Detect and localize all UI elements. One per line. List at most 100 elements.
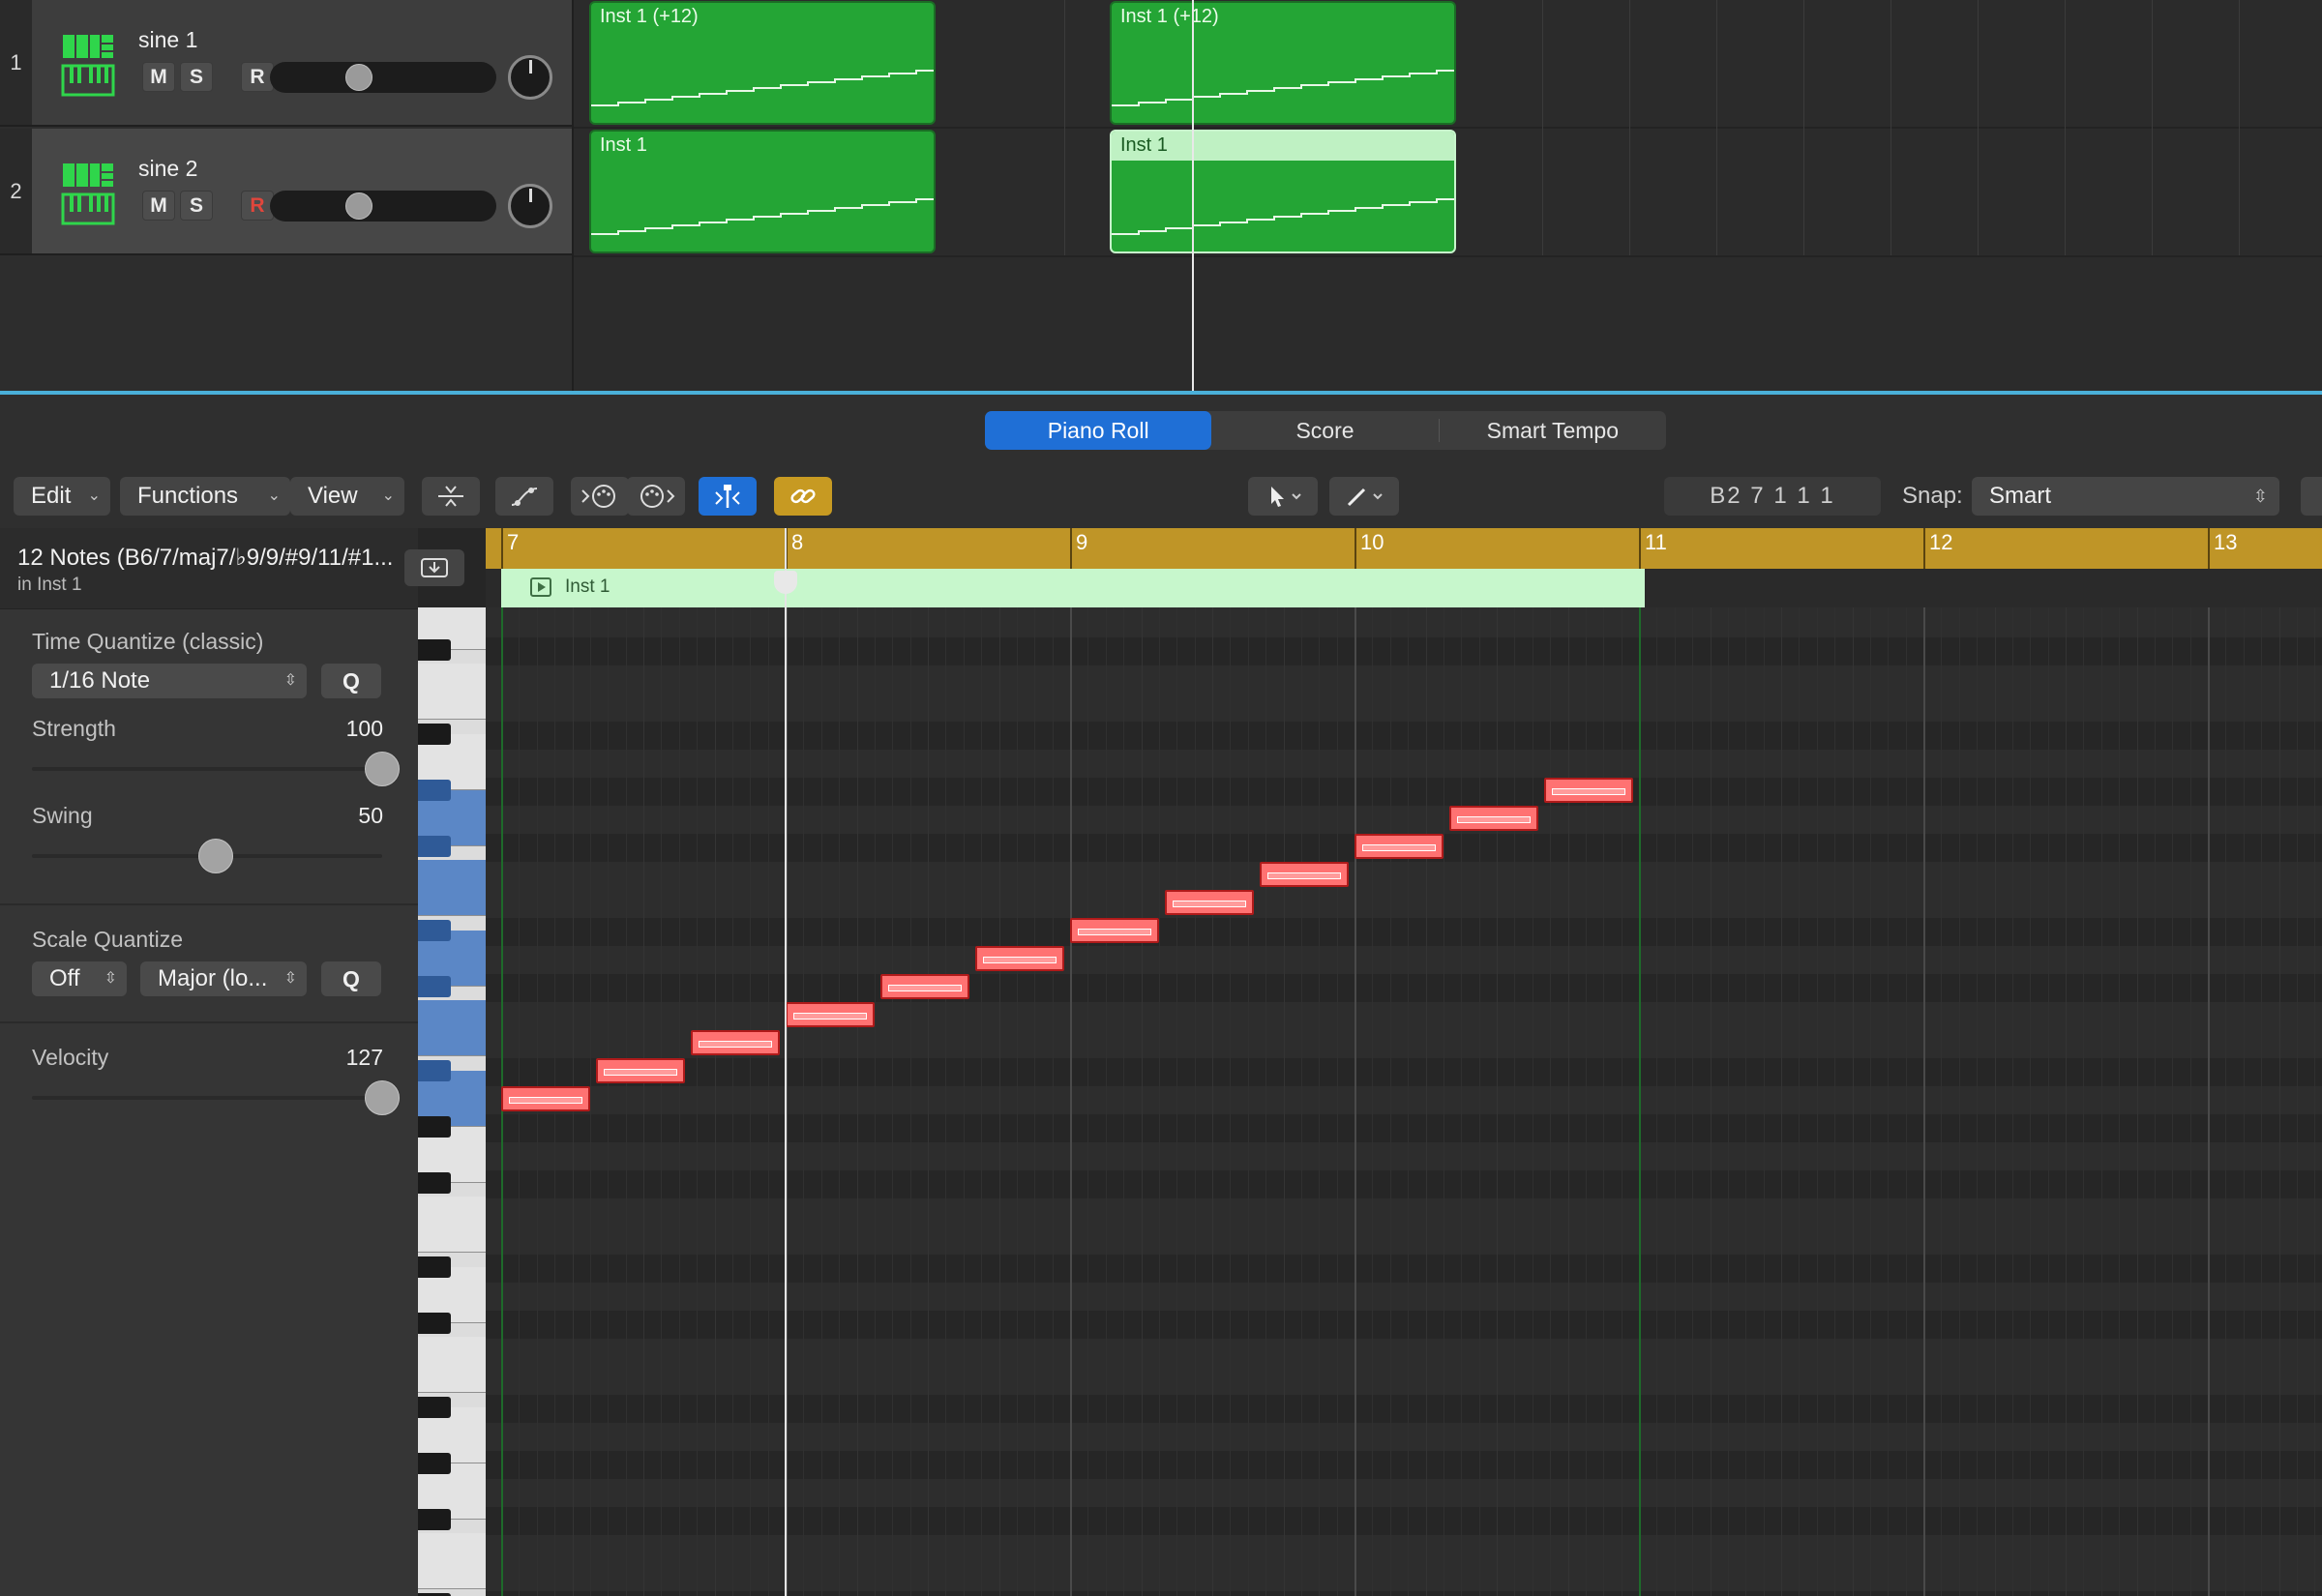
strength-slider[interactable] — [32, 767, 382, 771]
piano-black-key[interactable] — [418, 639, 451, 661]
midi-note[interactable] — [975, 946, 1064, 971]
piano-black-key[interactable] — [418, 976, 451, 997]
piano-white-key[interactable] — [418, 1547, 486, 1589]
edit-menu[interactable]: Edit ⌄ — [14, 477, 110, 516]
automation-curve-icon[interactable] — [495, 477, 553, 516]
midi-note[interactable] — [501, 1086, 590, 1111]
midi-region[interactable]: Inst 1 (+12) — [1110, 1, 1456, 125]
pan-knob[interactable] — [508, 55, 552, 100]
volume-fader-knob[interactable] — [345, 64, 372, 91]
region-strip: Inst 1 — [486, 569, 2322, 607]
position-display[interactable]: B2 7 1 1 1 — [1664, 477, 1881, 516]
solo-button[interactable]: S — [180, 191, 213, 221]
piano-white-key[interactable] — [418, 1350, 486, 1393]
midi-region-selected[interactable]: Inst 1 — [1110, 130, 1456, 253]
time-quantize-q-button[interactable]: Q — [321, 664, 381, 698]
link-icon[interactable] — [774, 477, 832, 516]
play-icon[interactable] — [530, 577, 551, 597]
arrange-area[interactable]: Inst 1 (+12) Inst 1 (+12) Inst 1 Inst 1 — [574, 0, 2322, 391]
functions-menu[interactable]: Functions ⌄ — [120, 477, 290, 516]
midi-note[interactable] — [1164, 890, 1254, 915]
midi-note[interactable] — [1448, 806, 1538, 831]
midi-note[interactable] — [691, 1030, 780, 1055]
toolbar-overflow-button[interactable] — [2301, 477, 2322, 516]
pointer-tool-icon[interactable] — [1248, 477, 1318, 516]
grid-division-line — [1194, 607, 1196, 1596]
piano-white-key[interactable] — [418, 873, 486, 916]
scale-quantize-root-select[interactable]: Off ⇳ — [32, 961, 127, 996]
piano-black-key[interactable] — [418, 1060, 451, 1081]
view-menu[interactable]: View ⌄ — [290, 477, 404, 516]
track-name[interactable]: sine 2 — [138, 156, 197, 182]
midi-note[interactable] — [786, 1002, 875, 1027]
volume-fader[interactable] — [270, 191, 496, 222]
grid-division-line — [2100, 607, 2102, 1596]
grid-row-dark — [486, 1451, 2322, 1479]
midi-note[interactable] — [1354, 834, 1444, 859]
record-enable-button[interactable]: R — [241, 191, 274, 221]
piano-black-key[interactable] — [418, 724, 451, 745]
piano-black-key[interactable] — [418, 920, 451, 941]
piano-black-key[interactable] — [418, 1313, 451, 1334]
playhead[interactable] — [785, 528, 787, 1596]
scale-quantize-type-select[interactable]: Major (lo... ⇳ — [140, 961, 307, 996]
up-down-chevron-icon: ⇳ — [2252, 487, 2268, 506]
grid-division-line — [981, 607, 983, 1596]
midi-region[interactable]: Inst 1 — [589, 130, 936, 253]
midi-note[interactable] — [1070, 918, 1159, 943]
playhead-handle[interactable] — [774, 571, 797, 594]
piano-black-key[interactable] — [418, 1453, 451, 1474]
tab-piano-roll[interactable]: Piano Roll — [985, 411, 1212, 450]
piano-black-key[interactable] — [418, 1256, 451, 1278]
velocity-slider-knob[interactable] — [365, 1080, 400, 1115]
midi-note[interactable] — [1260, 862, 1349, 887]
catch-icon[interactable] — [699, 477, 757, 516]
chevron-down-icon: ⌄ — [381, 488, 395, 504]
piano-keyboard[interactable]: C3C2C1 — [418, 607, 486, 1596]
piano-black-key[interactable] — [418, 780, 451, 801]
velocity-slider[interactable] — [32, 1096, 382, 1100]
swing-slider-knob[interactable] — [198, 839, 233, 873]
volume-fader[interactable] — [270, 62, 496, 93]
piano-black-key[interactable] — [418, 1172, 451, 1194]
time-quantize-select[interactable]: 1/16 Note ⇳ — [32, 664, 307, 698]
track-header-2[interactable]: sine 2 M S R — [32, 129, 572, 255]
piano-black-key[interactable] — [418, 836, 451, 857]
chevron-down-icon: ⌄ — [267, 488, 281, 504]
piano-white-key[interactable] — [418, 1210, 486, 1253]
strength-label: Strength — [32, 716, 116, 741]
snap-select[interactable]: Smart ⇳ — [1972, 477, 2279, 516]
mute-button[interactable]: M — [142, 62, 175, 92]
piano-black-key[interactable] — [418, 1397, 451, 1418]
piano-white-key[interactable] — [418, 677, 486, 720]
track-name[interactable]: sine 1 — [138, 27, 197, 53]
strength-slider-knob[interactable] — [365, 752, 400, 786]
midi-out-icon[interactable] — [627, 477, 685, 516]
solo-button[interactable]: S — [180, 62, 213, 92]
tab-score[interactable]: Score — [1211, 411, 1438, 450]
grid-division-line — [856, 607, 858, 1596]
export-icon[interactable] — [404, 549, 464, 586]
mute-button[interactable]: M — [142, 191, 175, 221]
piano-white-key[interactable] — [418, 1014, 486, 1056]
midi-in-icon[interactable] — [571, 477, 629, 516]
volume-fader-knob[interactable] — [345, 192, 372, 220]
pan-knob[interactable] — [508, 184, 552, 228]
collapse-icon[interactable] — [422, 477, 480, 516]
record-enable-button[interactable]: R — [241, 62, 274, 92]
bar-ruler[interactable]: 7 8 9 10 11 12 13 — [486, 528, 2322, 569]
midi-note[interactable] — [1544, 778, 1633, 803]
piano-roll-region-bar[interactable]: Inst 1 — [501, 569, 1645, 607]
piano-black-key[interactable] — [418, 1116, 451, 1138]
scale-quantize-q-button[interactable]: Q — [321, 961, 381, 996]
playhead[interactable] — [1192, 0, 1194, 391]
midi-note[interactable] — [879, 974, 969, 999]
piano-black-key[interactable] — [418, 1509, 451, 1530]
pencil-tool-icon[interactable] — [1329, 477, 1399, 516]
track-header-1[interactable]: sine 1 M S R — [32, 0, 572, 127]
piano-roll-grid[interactable] — [486, 607, 2322, 1596]
midi-note[interactable] — [595, 1058, 685, 1083]
ruler-bar-marker — [1354, 528, 1356, 569]
tab-smart-tempo[interactable]: Smart Tempo — [1440, 411, 1666, 450]
midi-region[interactable]: Inst 1 (+12) — [589, 1, 936, 125]
